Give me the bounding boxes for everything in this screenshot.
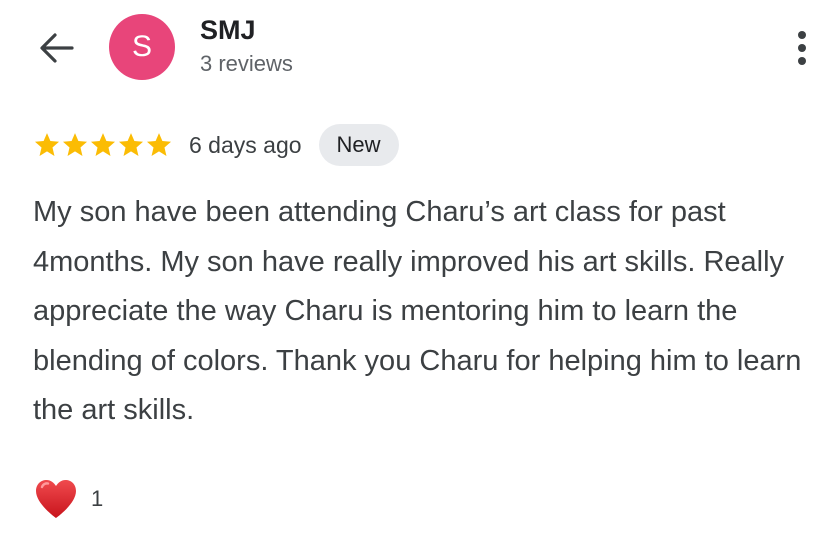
- star-icon: [146, 133, 172, 156]
- star-icon: [118, 133, 144, 156]
- reaction-count: 1: [91, 486, 104, 511]
- rating-row: 6 days ago New: [33, 124, 399, 166]
- more-vert-icon: [798, 31, 806, 65]
- new-badge: New: [318, 124, 399, 166]
- reaction-row: 1: [33, 474, 103, 524]
- star-rating: [33, 131, 173, 159]
- reviewer-name[interactable]: SMJ: [200, 14, 256, 46]
- back-button[interactable]: [36, 28, 76, 68]
- heart-icon[interactable]: [33, 477, 79, 521]
- star-icon: [34, 133, 60, 156]
- arrow-back-icon: [40, 33, 74, 63]
- more-options-button[interactable]: [786, 28, 818, 68]
- avatar[interactable]: S: [109, 14, 175, 80]
- review-text: My son have been attending Charu’s art c…: [33, 196, 802, 426]
- star-icon: [62, 133, 88, 156]
- reviewer-review-count: 3 reviews: [200, 51, 293, 76]
- avatar-letter: S: [131, 30, 152, 63]
- review-date: 6 days ago: [189, 131, 302, 158]
- star-icon: [90, 133, 116, 156]
